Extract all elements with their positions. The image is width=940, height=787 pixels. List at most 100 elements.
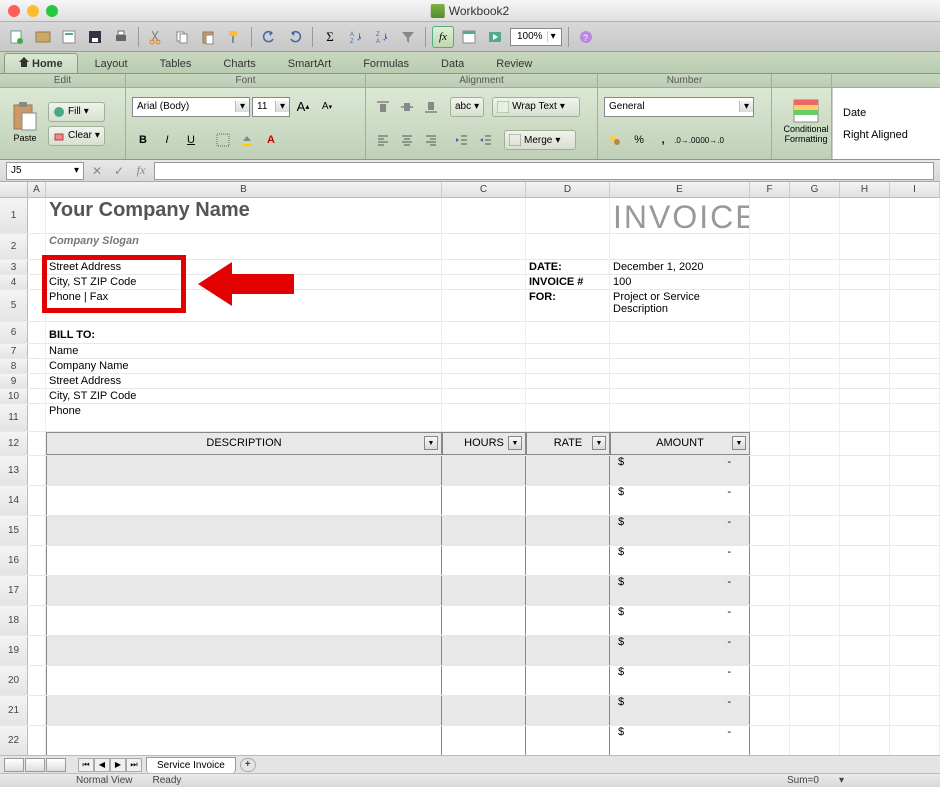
cell[interactable]: [890, 636, 940, 665]
view-pagebreak-button[interactable]: [46, 758, 66, 772]
cell-description[interactable]: [46, 636, 442, 665]
cell-hours[interactable]: [442, 516, 526, 545]
sheet-prev-button[interactable]: ◀: [94, 758, 110, 772]
tab-tables[interactable]: Tables: [145, 54, 207, 73]
cell[interactable]: [840, 486, 890, 515]
autosum-button[interactable]: Σ: [319, 26, 341, 48]
cell-bill-company[interactable]: Company Name: [46, 359, 442, 373]
align-left-button[interactable]: [372, 129, 394, 151]
cell[interactable]: [840, 234, 890, 259]
borders-button[interactable]: [212, 129, 234, 151]
select-all-corner[interactable]: [0, 182, 28, 197]
row-header[interactable]: 10: [0, 389, 28, 403]
cell-rate[interactable]: [526, 576, 610, 605]
cell[interactable]: [28, 374, 46, 388]
cell[interactable]: [750, 359, 790, 373]
cell-date-label[interactable]: DATE:: [526, 260, 610, 274]
copy-button[interactable]: [171, 26, 193, 48]
cell[interactable]: [28, 576, 46, 605]
cell-bill-city[interactable]: City, ST ZIP Code: [46, 389, 442, 403]
cell[interactable]: [790, 516, 840, 545]
row-header[interactable]: 5: [0, 290, 28, 321]
cell[interactable]: [840, 290, 890, 321]
cell[interactable]: [750, 576, 790, 605]
currency-button[interactable]: [604, 129, 626, 151]
cell-bill-name[interactable]: Name: [46, 344, 442, 358]
row-header[interactable]: 21: [0, 696, 28, 725]
row-header[interactable]: 8: [0, 359, 28, 373]
decrease-decimal-button[interactable]: .00→.0: [700, 129, 722, 151]
cell[interactable]: [840, 322, 890, 343]
sheet-tab[interactable]: Service Invoice: [146, 757, 236, 773]
cell-rate[interactable]: [526, 546, 610, 575]
font-name-combo[interactable]: Arial (Body)▾: [132, 97, 250, 117]
th-rate[interactable]: RATE▼: [526, 432, 610, 455]
name-box[interactable]: J5▾: [6, 162, 84, 180]
cell[interactable]: [890, 666, 940, 695]
cell[interactable]: [790, 456, 840, 485]
cell[interactable]: [750, 726, 790, 755]
cell[interactable]: [790, 666, 840, 695]
cell[interactable]: [28, 404, 46, 431]
redo-button[interactable]: [284, 26, 306, 48]
row-header[interactable]: 13: [0, 456, 28, 485]
col-header-i[interactable]: I: [890, 182, 940, 197]
cell-bill-phone[interactable]: Phone: [46, 404, 442, 431]
cell[interactable]: [442, 260, 526, 274]
col-header-f[interactable]: F: [750, 182, 790, 197]
cell-hours[interactable]: [442, 486, 526, 515]
cell[interactable]: [28, 389, 46, 403]
cell[interactable]: [840, 275, 890, 289]
cell[interactable]: [890, 696, 940, 725]
cell[interactable]: [790, 359, 840, 373]
filter-dropdown[interactable]: ▼: [424, 436, 438, 450]
wrap-text-button[interactable]: Wrap Text▾: [492, 97, 580, 117]
cell[interactable]: [750, 636, 790, 665]
format-painter-button[interactable]: [223, 26, 245, 48]
cell[interactable]: [790, 606, 840, 635]
view-layout-button[interactable]: [25, 758, 45, 772]
cell[interactable]: [442, 344, 526, 358]
col-header-d[interactable]: D: [526, 182, 610, 197]
cell[interactable]: [890, 576, 940, 605]
cell[interactable]: [790, 389, 840, 403]
minimize-window-button[interactable]: [27, 5, 39, 17]
font-size-combo[interactable]: 11▾: [252, 97, 290, 117]
shrink-font-button[interactable]: A▾: [316, 96, 338, 118]
sort-desc-button[interactable]: ZA: [371, 26, 393, 48]
cell-for-label[interactable]: FOR:: [526, 290, 610, 321]
paste-icon-button[interactable]: [197, 26, 219, 48]
tab-formulas[interactable]: Formulas: [348, 54, 424, 73]
cell-description[interactable]: [46, 576, 442, 605]
cell-hours[interactable]: [442, 696, 526, 725]
cell-amount[interactable]: $-: [610, 486, 750, 515]
tab-review[interactable]: Review: [481, 54, 547, 73]
cell[interactable]: [790, 404, 840, 431]
cell-rate[interactable]: [526, 696, 610, 725]
row-header[interactable]: 4: [0, 275, 28, 289]
cell[interactable]: [840, 576, 890, 605]
cell[interactable]: [840, 374, 890, 388]
cell[interactable]: [890, 322, 940, 343]
cell-description[interactable]: [46, 606, 442, 635]
cell[interactable]: [840, 726, 890, 755]
cell[interactable]: [750, 275, 790, 289]
cell-invno-label[interactable]: INVOICE #: [526, 275, 610, 289]
new-template-button[interactable]: [32, 26, 54, 48]
cell[interactable]: [750, 260, 790, 274]
sheet-first-button[interactable]: ⏮: [78, 758, 94, 772]
cell[interactable]: [790, 234, 840, 259]
cell-rate[interactable]: [526, 606, 610, 635]
cell[interactable]: [750, 486, 790, 515]
comma-button[interactable]: ,: [652, 129, 674, 151]
cell[interactable]: [28, 486, 46, 515]
cell[interactable]: [28, 516, 46, 545]
cell[interactable]: [790, 486, 840, 515]
cell[interactable]: [840, 359, 890, 373]
cell[interactable]: [526, 344, 610, 358]
fx-icon[interactable]: fx: [132, 162, 150, 180]
col-header-e[interactable]: E: [610, 182, 750, 197]
cell[interactable]: [890, 516, 940, 545]
cell[interactable]: [442, 404, 526, 431]
cell[interactable]: [890, 275, 940, 289]
